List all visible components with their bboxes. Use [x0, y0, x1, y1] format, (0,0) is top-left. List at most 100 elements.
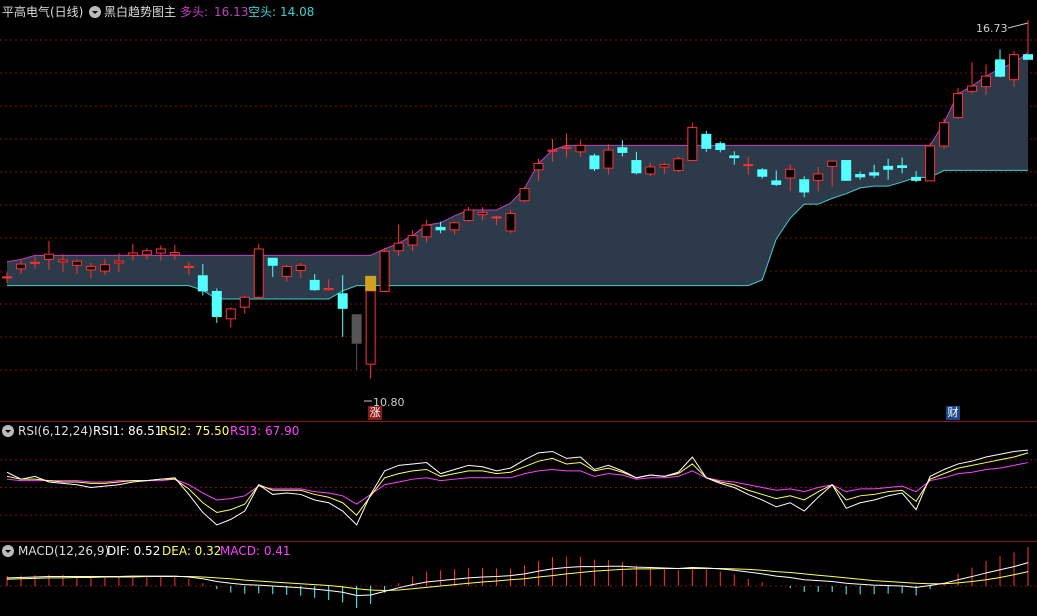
candle-body	[421, 224, 432, 238]
candle-body	[113, 260, 124, 264]
candlestick-chart[interactable]	[0, 0, 1037, 421]
candle-body	[463, 209, 474, 221]
candle-body	[687, 126, 698, 162]
candle	[365, 275, 377, 379]
candle	[211, 288, 222, 323]
candle-body	[757, 169, 768, 177]
candle-body	[883, 165, 894, 170]
candle-body	[827, 160, 838, 167]
candle-body	[995, 59, 1006, 77]
candle-body	[211, 290, 222, 317]
candle-body	[701, 133, 712, 149]
candle-body	[435, 226, 446, 231]
candle-body	[365, 290, 376, 365]
candle-body	[575, 144, 586, 153]
candle-body	[337, 293, 348, 309]
candle-body	[589, 155, 600, 170]
candle	[589, 153, 600, 172]
candle	[925, 143, 936, 182]
candle-body	[631, 160, 642, 174]
candle-body	[225, 308, 236, 320]
candle-body	[617, 147, 628, 153]
rsi-chart[interactable]	[0, 421, 1037, 541]
candle-body	[85, 265, 96, 271]
candle	[995, 49, 1006, 78]
candle-body	[981, 75, 992, 88]
candle	[379, 247, 390, 292]
candle	[239, 295, 250, 314]
candle-body	[309, 279, 320, 291]
candle-body	[407, 235, 418, 246]
candle-body	[869, 172, 880, 176]
candle-body	[393, 242, 404, 252]
candle-body	[841, 160, 852, 181]
candle-body	[379, 250, 390, 292]
candle-body	[29, 261, 40, 264]
candle-body	[141, 250, 152, 256]
dea-line	[6, 567, 1029, 592]
candle	[253, 243, 264, 300]
candle	[841, 160, 852, 181]
candle-body	[183, 265, 194, 268]
candle-body	[1023, 54, 1033, 60]
candle-body	[897, 165, 908, 169]
candle	[939, 118, 950, 149]
candle	[463, 207, 474, 222]
candle-body	[351, 314, 362, 344]
candle	[225, 307, 236, 328]
candle	[351, 314, 362, 370]
high-arrow	[1007, 22, 1029, 29]
rsi2-line	[6, 452, 1029, 516]
candle	[505, 210, 516, 234]
candle-body	[239, 296, 250, 308]
candle-body	[323, 288, 334, 291]
candle-body	[267, 257, 278, 266]
candle-body	[771, 180, 782, 185]
candle	[687, 122, 698, 162]
candle-body	[449, 222, 460, 231]
candle-body	[729, 155, 740, 159]
candle-body	[519, 187, 530, 202]
candle	[673, 156, 684, 173]
candle-body	[953, 93, 964, 118]
zhang-marker[interactable]: 涨	[368, 406, 382, 420]
trend-band	[7, 52, 1028, 300]
candle-body	[659, 164, 670, 168]
candle-body	[925, 145, 936, 182]
candle-body	[43, 253, 54, 260]
cai-marker[interactable]: 财	[946, 406, 960, 420]
macd-chart[interactable]	[0, 541, 1037, 616]
candle-body	[99, 264, 110, 272]
candle-body	[155, 248, 166, 254]
rsi3-line	[6, 462, 1029, 505]
candle-body	[799, 179, 810, 193]
highlight-block	[365, 275, 377, 291]
candle	[701, 130, 712, 152]
candle-body	[197, 275, 208, 292]
candle-body	[477, 211, 488, 216]
candle-body	[15, 263, 26, 270]
candle-body	[547, 149, 558, 152]
candle-body	[673, 158, 684, 171]
candle-body	[785, 168, 796, 179]
candle-body	[603, 149, 614, 169]
candle-body	[813, 173, 824, 181]
candle-body	[911, 176, 922, 181]
candle-body	[295, 264, 306, 272]
candle-body	[855, 174, 866, 178]
candle-body	[715, 143, 726, 150]
candle-body	[645, 166, 656, 175]
candle-body	[71, 260, 82, 266]
candle-body	[281, 265, 292, 277]
candle	[967, 62, 978, 94]
candle-body	[561, 146, 572, 149]
candle-body	[253, 248, 264, 298]
candle-body	[127, 252, 138, 256]
candle-body	[939, 122, 950, 147]
candle-body	[2, 276, 12, 279]
candle-body	[505, 212, 516, 232]
high-price-label: 16.73	[976, 22, 1008, 35]
candle-body	[169, 251, 180, 256]
candle-body	[743, 164, 754, 167]
candle	[519, 186, 530, 203]
